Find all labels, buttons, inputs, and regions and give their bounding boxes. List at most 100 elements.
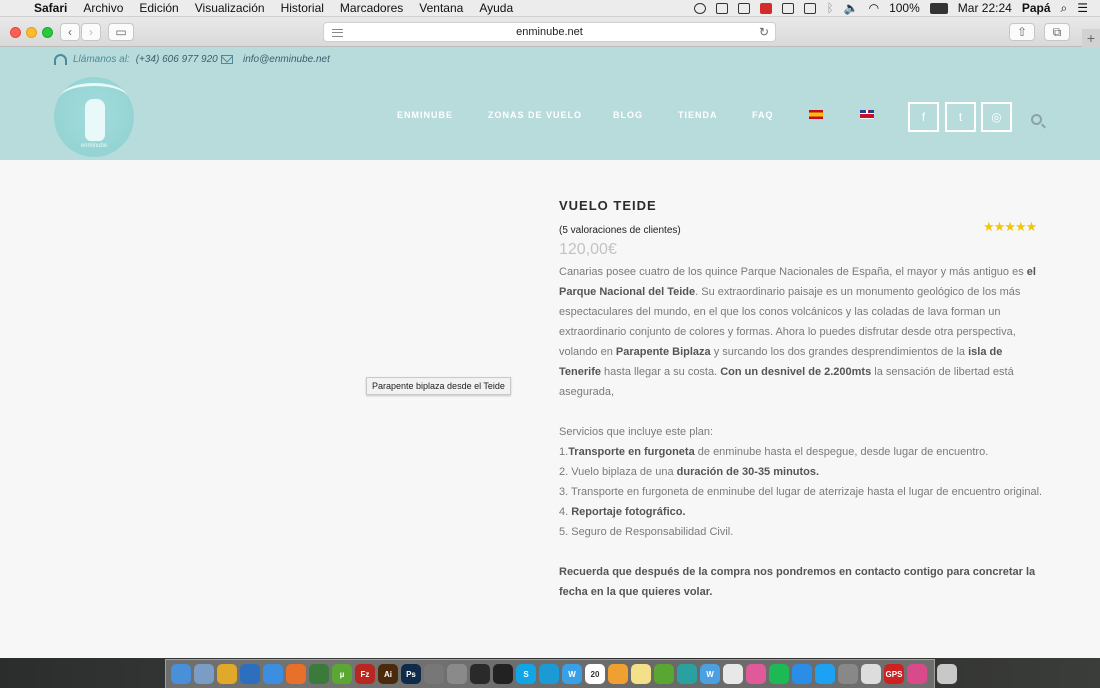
site-logo[interactable]: enminube bbox=[54, 77, 134, 157]
user-name[interactable]: Papá bbox=[1022, 1, 1051, 15]
notification-center-icon[interactable]: ☰ bbox=[1077, 1, 1088, 15]
logo-text: enminube bbox=[80, 143, 108, 149]
dock-app-w-icon[interactable]: W bbox=[562, 664, 582, 684]
minimize-window-button[interactable] bbox=[26, 27, 37, 38]
menu-app-safari[interactable]: Safari bbox=[26, 1, 75, 15]
service-item-3: 3. Transporte en furgoneta de enminube d… bbox=[559, 482, 1046, 502]
sidebar-toggle-button[interactable]: ▭ bbox=[108, 23, 134, 41]
dock-utorrent-icon[interactable]: µ bbox=[332, 664, 352, 684]
dock-notes-icon[interactable] bbox=[631, 664, 651, 684]
dock-chrome-icon[interactable] bbox=[217, 664, 237, 684]
service-item-1: 1.Transporte en furgoneta de enminube ha… bbox=[559, 442, 1046, 462]
dock-itunes-icon[interactable] bbox=[746, 664, 766, 684]
facebook-icon[interactable]: f bbox=[908, 102, 939, 132]
dock-app-gallery-icon[interactable] bbox=[424, 664, 444, 684]
spotlight-icon[interactable]: ⌕ bbox=[1061, 1, 1068, 16]
menu-archivo[interactable]: Archivo bbox=[75, 1, 131, 15]
mail-m-icon[interactable] bbox=[760, 2, 773, 14]
dock-app-green2-icon[interactable] bbox=[654, 664, 674, 684]
image-tooltip: Parapente biplaza desde el Teide bbox=[366, 377, 511, 395]
product-image-area[interactable] bbox=[40, 187, 520, 647]
bottle-icon bbox=[85, 99, 105, 141]
share-button[interactable]: ⇧ bbox=[1009, 23, 1035, 41]
dock-photos-icon[interactable] bbox=[723, 664, 743, 684]
dock-app-w2-icon[interactable]: W bbox=[700, 664, 720, 684]
services-list: 1.Transporte en furgoneta de enminube ha… bbox=[559, 442, 1046, 542]
printer-icon[interactable] bbox=[716, 2, 729, 14]
back-button[interactable]: ‹ bbox=[60, 23, 80, 41]
drive-icon[interactable] bbox=[694, 2, 707, 14]
dock-skype-icon[interactable]: S bbox=[516, 664, 536, 684]
dock-trash-icon[interactable] bbox=[937, 664, 957, 684]
phone-number[interactable]: (+34) 606 977 920 bbox=[136, 54, 218, 65]
display-icon[interactable] bbox=[782, 2, 795, 14]
nav-blog[interactable]: BLOG bbox=[613, 110, 643, 120]
product-price: 120,00€ bbox=[559, 241, 617, 258]
dock-wifi-app-icon[interactable] bbox=[470, 664, 490, 684]
new-tab-button[interactable]: + bbox=[1082, 29, 1100, 47]
nav-enminube[interactable]: ENMINUBE bbox=[397, 110, 453, 120]
dock-app-pink-icon[interactable] bbox=[907, 664, 927, 684]
dock-system-prefs-icon[interactable] bbox=[838, 664, 858, 684]
dock-app-green-icon[interactable] bbox=[309, 664, 329, 684]
twitter-icon[interactable]: t bbox=[945, 102, 976, 132]
dock-illustrator-icon[interactable]: Ai bbox=[378, 664, 398, 684]
dock-app-tools-icon[interactable] bbox=[447, 664, 467, 684]
search-icon[interactable] bbox=[1031, 114, 1042, 125]
text-segment: 1. bbox=[559, 446, 569, 458]
dock-app-store-icon[interactable] bbox=[792, 664, 812, 684]
bold-text: Transporte en furgoneta bbox=[568, 446, 695, 458]
text-segment: Canarias posee cuatro de los quince Parq… bbox=[559, 266, 1027, 278]
dock-safari-icon[interactable] bbox=[263, 664, 283, 684]
dock-twitter-icon[interactable] bbox=[815, 664, 835, 684]
dock-photoshop-icon[interactable]: Ps bbox=[401, 664, 421, 684]
email-contact: info@enminube.net bbox=[221, 54, 330, 65]
uk-flag-icon[interactable] bbox=[860, 110, 874, 119]
dock-firefox-icon[interactable] bbox=[286, 664, 306, 684]
clock[interactable]: Mar 22:24 bbox=[958, 1, 1012, 15]
menu-ventana[interactable]: Ventana bbox=[411, 1, 471, 15]
fullscreen-window-button[interactable] bbox=[42, 27, 53, 38]
nav-faq[interactable]: FAQ bbox=[752, 110, 774, 120]
dock: µ Fz Ai Ps S W 20 W GPS bbox=[165, 659, 957, 688]
dock-app-blue-icon[interactable] bbox=[539, 664, 559, 684]
volume-icon[interactable]: 🔈 bbox=[844, 1, 859, 15]
dock-app-doc-icon[interactable] bbox=[861, 664, 881, 684]
tabs-overview-button[interactable]: ⧉ bbox=[1044, 23, 1070, 41]
bold-text: Con un desnivel de 2.200mts bbox=[720, 366, 872, 378]
nav-zonas-de-vuelo[interactable]: ZONAS DE VUELO bbox=[488, 110, 582, 120]
dock-preview-icon[interactable] bbox=[194, 664, 214, 684]
menu-ayuda[interactable]: Ayuda bbox=[471, 1, 521, 15]
dock-claquette-icon[interactable] bbox=[493, 664, 513, 684]
wifi-icon[interactable]: ◠ bbox=[869, 1, 879, 15]
airplay-icon[interactable] bbox=[804, 2, 817, 14]
dock-calendar-icon[interactable]: 20 bbox=[585, 664, 605, 684]
dock-app-teal-icon[interactable] bbox=[677, 664, 697, 684]
menu-historial[interactable]: Historial bbox=[273, 1, 332, 15]
reviews-link[interactable]: (5 valoraciones de clientes) bbox=[559, 225, 681, 236]
bluetooth-icon[interactable]: ᛒ bbox=[826, 1, 833, 15]
instagram-icon[interactable]: ◎ bbox=[981, 102, 1012, 132]
address-bar[interactable]: enminube.net ↻ bbox=[323, 22, 776, 42]
battery-level[interactable]: 100% bbox=[889, 1, 920, 15]
email-address[interactable]: info@enminube.net bbox=[243, 54, 330, 65]
dock-sourcetree-icon[interactable] bbox=[240, 664, 260, 684]
dock-filezilla-icon[interactable]: Fz bbox=[355, 664, 375, 684]
dock-finder-icon[interactable] bbox=[171, 664, 191, 684]
menu-edicion[interactable]: Edición bbox=[131, 1, 186, 15]
reader-icon[interactable] bbox=[332, 29, 343, 37]
edit-icon[interactable] bbox=[738, 2, 751, 14]
menu-visualizacion[interactable]: Visualización bbox=[187, 1, 273, 15]
nav-tienda[interactable]: TIENDA bbox=[678, 110, 718, 120]
forward-button[interactable]: › bbox=[81, 23, 101, 41]
headset-icon bbox=[54, 54, 67, 65]
dock-app-orange-icon[interactable] bbox=[608, 664, 628, 684]
close-window-button[interactable] bbox=[10, 27, 21, 38]
menu-marcadores[interactable]: Marcadores bbox=[332, 1, 411, 15]
dock-gps-dmp-icon[interactable]: GPS bbox=[884, 664, 904, 684]
dock-spotify-icon[interactable] bbox=[769, 664, 789, 684]
spanish-flag-icon[interactable] bbox=[809, 110, 823, 119]
reload-icon[interactable]: ↻ bbox=[759, 25, 769, 39]
bold-text: Reportaje fotográfico. bbox=[571, 506, 686, 518]
rating-stars: ★★★★★ bbox=[983, 219, 1037, 234]
